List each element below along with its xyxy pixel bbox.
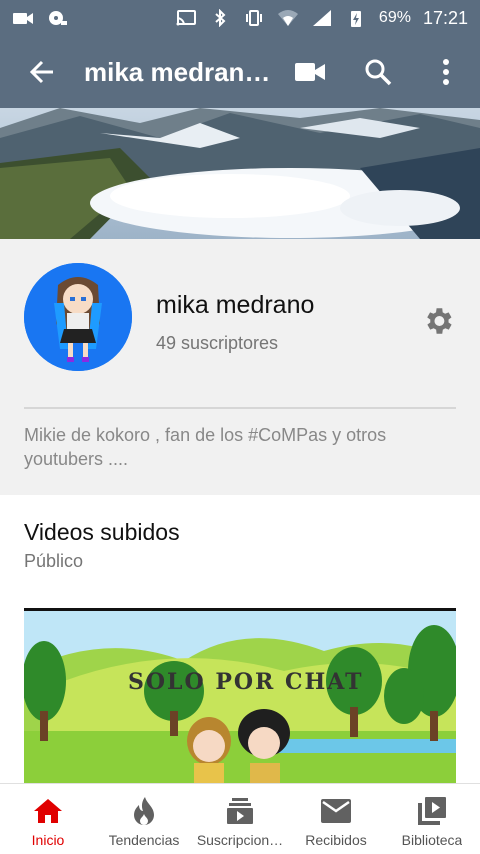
gacha-character-avatar-icon [24, 263, 132, 371]
vibrate-icon [245, 10, 262, 26]
nav-label-biblioteca: Biblioteca [401, 832, 463, 848]
gear-icon [427, 308, 452, 334]
bottom-nav: Inicio Tendencias Suscripcion… Recibidos… [0, 783, 480, 854]
uploads-section: Videos subidos Público SOLO POR CHAT [0, 495, 480, 783]
avatar[interactable] [24, 263, 132, 371]
nav-label-inicio: Inicio [31, 832, 65, 848]
video-thumbnail-image [24, 611, 456, 783]
signal-icon [312, 10, 331, 26]
home-icon [34, 799, 62, 823]
wifi-icon [277, 10, 298, 26]
channel-settings-button[interactable] [418, 301, 458, 341]
nav-item-inicio[interactable]: Inicio [0, 784, 96, 854]
search-icon [365, 59, 392, 86]
channel-description: Mikie de kokoro , fan de los #CoMPas y o… [24, 425, 387, 469]
status-time: 17:21 [422, 7, 468, 28]
channel-header: mika medrano 49 suscriptores Mikie de ko… [0, 239, 480, 495]
bluetooth-icon [215, 9, 226, 27]
subscriber-count: 49 suscriptores [156, 333, 279, 353]
channel-name: mika medrano [156, 291, 315, 319]
screen: 69% 17:21 mika medrano… mika medrano 49 … [0, 0, 480, 854]
status-bar: 69% 17:21 [0, 0, 480, 36]
section-title: Videos subidos [24, 519, 180, 545]
nav-label-tendencias: Tendencias [108, 832, 180, 848]
video-notification-icon [13, 13, 33, 24]
library-icon [418, 797, 446, 825]
more-vert-icon [443, 59, 449, 85]
nav-label-suscripciones: Suscripcion… [196, 832, 284, 848]
mail-icon [321, 799, 351, 823]
subscriptions-icon [227, 798, 253, 824]
back-button[interactable] [0, 58, 84, 86]
disc-notification-icon [49, 11, 67, 25]
mountain-banner-image [0, 108, 480, 239]
nav-item-tendencias[interactable]: Tendencias [96, 784, 192, 854]
nav-item-suscripciones[interactable]: Suscripcion… [192, 784, 288, 854]
video-thumbnail[interactable]: SOLO POR CHAT [24, 608, 456, 783]
back-arrow-icon [29, 60, 53, 84]
upload-video-button[interactable] [276, 36, 344, 108]
thumbnail-title-text: SOLO POR CHAT [128, 669, 364, 695]
flame-icon [134, 797, 154, 825]
channel-banner [0, 108, 480, 239]
nav-item-biblioteca[interactable]: Biblioteca [384, 784, 480, 854]
search-button[interactable] [344, 36, 412, 108]
more-options-button[interactable] [412, 36, 480, 108]
battery-charging-icon [350, 11, 361, 27]
video-camera-icon [295, 63, 325, 81]
divider [24, 407, 456, 409]
app-title: mika medrano… [84, 56, 274, 87]
cast-icon [176, 10, 196, 26]
app-bar: mika medrano… [0, 36, 480, 108]
battery-percent: 69% [378, 9, 411, 26]
nav-item-recibidos[interactable]: Recibidos [288, 784, 384, 854]
nav-label-recibidos: Recibidos [305, 832, 367, 848]
section-visibility: Público [24, 551, 84, 571]
